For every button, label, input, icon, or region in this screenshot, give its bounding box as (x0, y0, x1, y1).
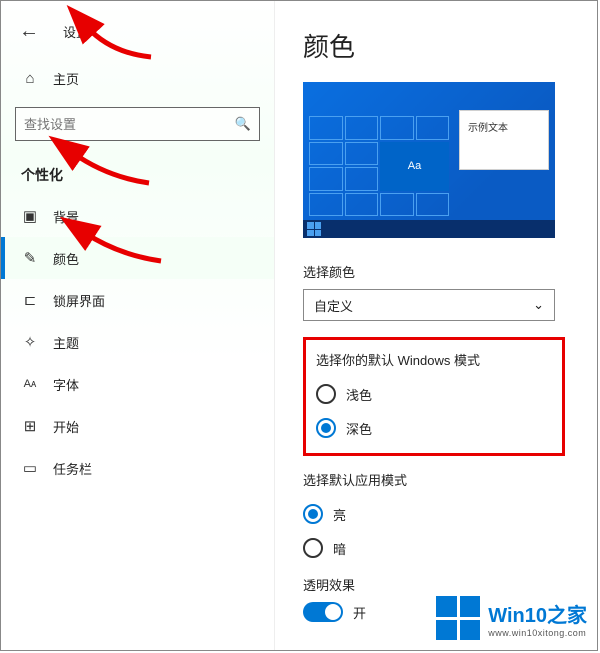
sidebar-item-start[interactable]: ⊞ 开始 (1, 405, 274, 447)
sidebar-item-label: 主题 (53, 333, 79, 352)
sidebar-item-colors[interactable]: ✎ 颜色 (1, 237, 274, 279)
app-mode-label: 选择默认应用模式 (303, 470, 573, 489)
sidebar-item-lockscreen[interactable]: ⊏ 锁屏界面 (1, 279, 274, 321)
page-title: 颜色 (303, 27, 573, 64)
watermark-brand: Win10之家 (488, 599, 587, 628)
watermark: Win10之家 www.win10xitong.com (436, 596, 587, 640)
home-label: 主页 (53, 69, 79, 88)
search-icon: 🔍 (235, 116, 251, 132)
sidebar-item-label: 任务栏 (53, 459, 92, 478)
preview-sample-window: 示例文本 (459, 110, 549, 170)
transparency-label: 透明效果 (303, 575, 573, 594)
radio-icon (303, 504, 323, 524)
radio-label: 亮 (333, 505, 346, 524)
radio-label: 暗 (333, 539, 346, 558)
main-content: 颜色 Aa 示例文本 选择颜色 自定义 ⌄ 选择你的默认 Windows 模式 (275, 1, 597, 650)
home-icon: ⌂ (21, 70, 39, 87)
app-mode-light[interactable]: 亮 (303, 497, 573, 531)
watermark-url: www.win10xitong.com (488, 628, 587, 638)
choose-color-select[interactable]: 自定义 ⌄ (303, 289, 555, 321)
sidebar-item-themes[interactable]: ✧ 主题 (1, 321, 274, 363)
transparency-value: 开 (353, 603, 366, 622)
radio-label: 深色 (346, 419, 372, 438)
windows-mode-light[interactable]: 浅色 (316, 377, 552, 411)
radio-icon (316, 384, 336, 404)
sidebar: ← 设置 ⌂ 主页 🔍 个性化 ▣ 背景 ✎ 颜色 ⊏ 锁屏界面 ✧ (1, 1, 275, 650)
sidebar-item-taskbar[interactable]: ▭ 任务栏 (1, 447, 274, 489)
app-mode-dark[interactable]: 暗 (303, 531, 573, 565)
windows-mode-dark[interactable]: 深色 (316, 411, 552, 445)
transparency-toggle[interactable] (303, 602, 343, 622)
choose-color-value: 自定义 (314, 296, 353, 315)
sidebar-item-label: 字体 (53, 375, 79, 394)
preview-start-tiles: Aa (309, 116, 449, 216)
sidebar-item-label: 颜色 (53, 249, 79, 268)
preview-taskbar (303, 220, 555, 238)
taskbar-icon: ▭ (21, 459, 39, 477)
theme-icon: ✧ (21, 333, 39, 351)
search-input[interactable] (24, 117, 224, 132)
sidebar-item-label: 开始 (53, 417, 79, 436)
radio-label: 浅色 (346, 385, 372, 404)
start-icon: ⊞ (21, 417, 39, 435)
chevron-down-icon: ⌄ (533, 297, 544, 313)
sidebar-section-title: 个性化 (1, 151, 274, 195)
windows-mode-label: 选择你的默认 Windows 模式 (316, 350, 552, 369)
back-button[interactable]: ← (19, 20, 39, 43)
preview-accent-tile: Aa (380, 142, 449, 191)
color-preview: Aa 示例文本 (303, 82, 555, 238)
search-input-wrap[interactable]: 🔍 (15, 107, 260, 141)
choose-color-label: 选择颜色 (303, 262, 573, 281)
windows-logo-icon (436, 596, 480, 640)
home-nav[interactable]: ⌂ 主页 (1, 57, 274, 99)
lock-icon: ⊏ (21, 291, 39, 309)
preview-start-button (307, 222, 321, 236)
windows-mode-group-highlight: 选择你的默认 Windows 模式 浅色 深色 (303, 337, 565, 456)
window-title: 设置 (63, 22, 89, 41)
sidebar-item-fonts[interactable]: Aᴀ 字体 (1, 363, 274, 405)
radio-icon (316, 418, 336, 438)
sidebar-item-label: 背景 (53, 207, 79, 226)
picture-icon: ▣ (21, 207, 39, 225)
palette-icon: ✎ (21, 249, 39, 267)
radio-icon (303, 538, 323, 558)
sidebar-item-background[interactable]: ▣ 背景 (1, 195, 274, 237)
font-icon: Aᴀ (21, 378, 39, 390)
sidebar-item-label: 锁屏界面 (53, 291, 105, 310)
